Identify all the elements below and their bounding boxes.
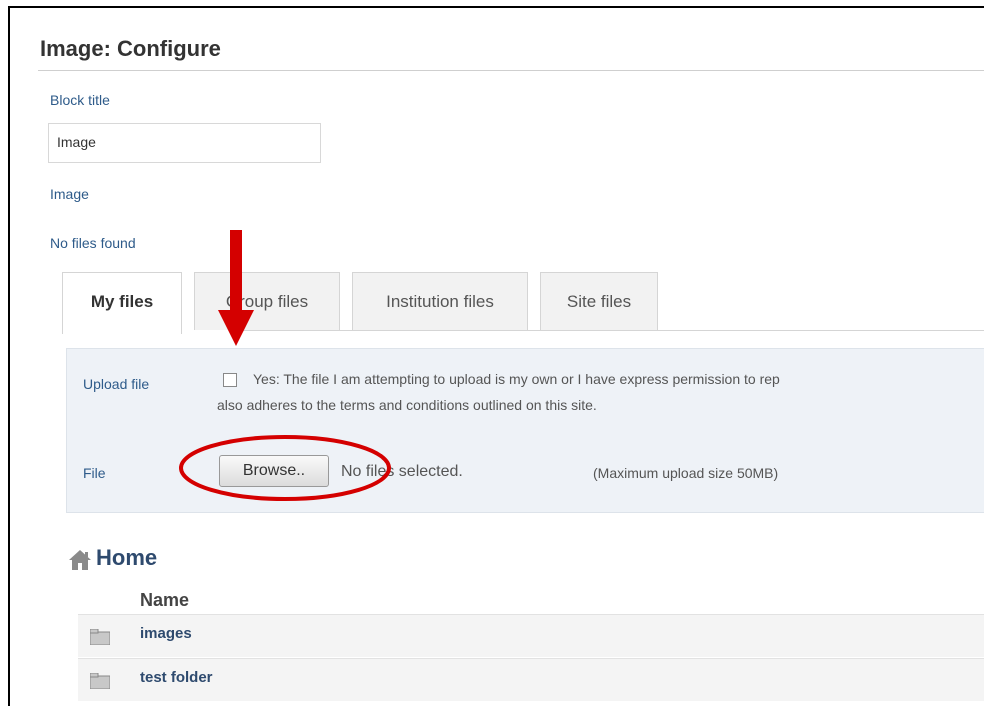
folder-name[interactable]: test folder [140,669,213,686]
permission-checkbox[interactable] [223,373,237,387]
list-item[interactable]: test folder [78,658,984,701]
permission-text: Yes: The file I am attempting to upload … [253,371,780,387]
tab-my-files[interactable]: My files [62,272,182,334]
folder-icon [90,673,110,689]
upload-file-label: Upload file [83,376,150,392]
tab-site-files[interactable]: Site files [540,272,658,330]
annotation-circle-icon [179,435,391,501]
tabs-baseline [236,330,984,331]
home-title: Home [96,545,158,570]
folder-icon [90,629,110,645]
image-label: Image [50,186,89,202]
folder-name[interactable]: images [140,625,192,642]
block-title-input[interactable]: Image [48,123,321,163]
no-files-found-text: No files found [50,235,136,251]
tab-institution-files[interactable]: Institution files [352,272,528,330]
max-upload-size-text: (Maximum upload size 50MB) [593,465,779,481]
home-icon [69,550,91,570]
file-label: File [83,465,106,481]
list-item[interactable]: images [78,614,984,657]
permission-text-continued: also adheres to the terms and conditions… [217,397,597,413]
screenshot-frame: Image: Configure Block title Image Image… [8,6,984,706]
annotation-arrow-icon [218,230,254,346]
column-header-name: Name [140,590,190,610]
title-divider [38,70,984,71]
page-title: Image: Configure [40,36,221,61]
block-title-label: Block title [50,92,110,108]
